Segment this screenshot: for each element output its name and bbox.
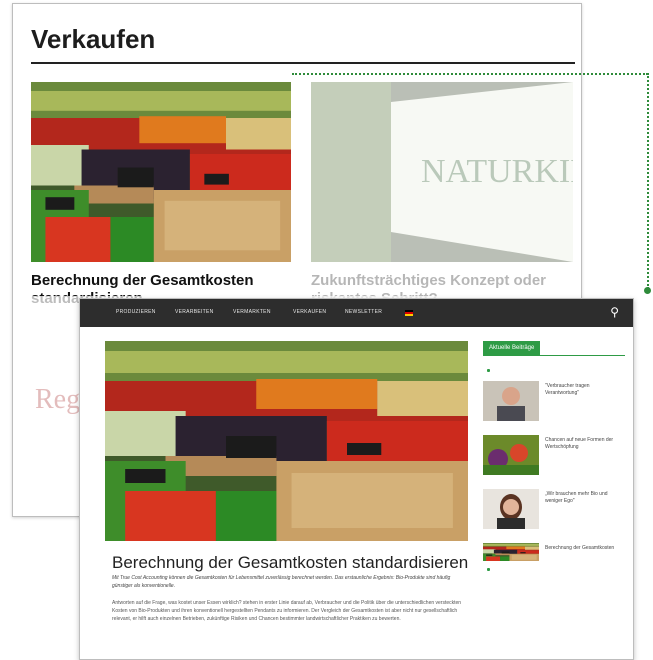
sidebar-thumb-portrait-man [483,381,539,421]
sidebar-bullet [487,568,490,571]
sidebar-thumb-produce [483,543,539,561]
sidebar-item-2[interactable]: Chancen auf neue Formen der Wertschöpfun… [483,435,625,475]
sidebar-divider [483,355,625,356]
partner-logo: Reg [35,384,81,415]
article-image-store[interactable]: NATURKIND [311,82,573,262]
sidebar-tab-title[interactable]: Aktuelle Beiträge [483,341,541,355]
article-body: Antworten auf die Frage, was kostet unse… [112,600,462,622]
sidebar-thumb-portrait-woman [483,489,539,529]
nav-verarbeiten[interactable]: VERARBEITEN [175,309,214,315]
article-title: Berechnung der Gesamtkosten standardisie… [112,553,469,572]
section-title: Verkaufen [31,24,156,54]
sidebar-item-label: "Verbraucher tragen Verantwortung" [545,383,590,396]
nav-produzieren[interactable]: PRODUZIEREN [116,309,156,315]
sidebar-bullet [487,369,490,372]
language-flag-icon[interactable] [405,310,413,316]
nav-verkaufen[interactable]: VERKAUFEN [293,309,326,315]
article-image-produce[interactable] [31,82,291,262]
connector-line-horizontal [292,73,648,75]
search-icon[interactable]: ⚲ [610,305,619,319]
connector-dot [644,287,651,294]
sidebar-item-1[interactable]: "Verbraucher tragen Verantwortung" [483,381,625,421]
sidebar-thumb-vegetables [483,435,539,475]
sidebar-item-label: Berechnung der Gesamtkosten [545,545,615,551]
section-divider [31,62,575,64]
top-navigation: PRODUZIEREN VERARBEITEN VERMARKTEN VERKA… [80,299,633,327]
article-hero-image [105,341,468,541]
article-lead: Mit True Cost Accounting können die Gesa… [112,575,451,589]
sidebar-item-label: „Wir brauchen mehr Bio und weniger Ego" [545,491,608,504]
sidebar-item-3[interactable]: „Wir brauchen mehr Bio und weniger Ego" [483,489,625,529]
connector-line-vertical [647,73,649,289]
sidebar-item-label: Chancen auf neue Formen der Wertschöpfun… [545,437,614,450]
nav-vermarkten[interactable]: VERMARKTEN [233,309,271,315]
sidebar-item-4[interactable]: Berechnung der Gesamtkosten [483,543,625,565]
article-page-screenshot: PRODUZIEREN VERARBEITEN VERMARKTEN VERKA… [79,298,634,660]
nav-newsletter[interactable]: NEWSLETTER [345,309,382,315]
store-sign-text: NATURKIND [421,153,573,190]
